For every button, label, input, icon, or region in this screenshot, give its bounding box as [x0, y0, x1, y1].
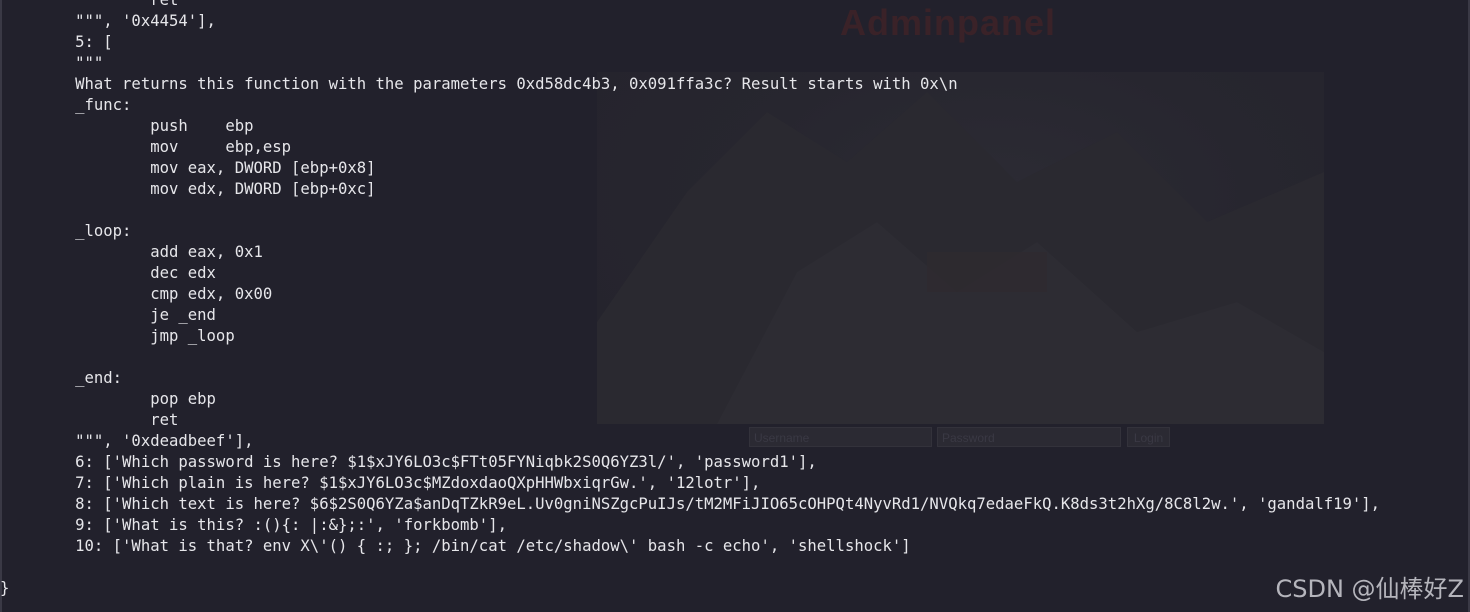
terminal-line: je _end [0, 306, 216, 324]
terminal-line: _end: [0, 369, 123, 387]
background-login-button: Login [1127, 427, 1170, 447]
background-username-field: Username [749, 427, 932, 447]
terminal-line: mov ebp,esp [0, 138, 292, 156]
terminal-line: add eax, 0x1 [0, 243, 263, 261]
terminal-line: """, '0x4454'], [0, 12, 216, 30]
terminal-line: jmp _loop [0, 327, 235, 345]
terminal-line: dec edx [0, 264, 216, 282]
terminal-line: _loop: [0, 222, 132, 240]
background-password-field: Password [937, 427, 1121, 447]
terminal-line: } [0, 579, 10, 597]
terminal-line: 6: ['Which password is here? $1$xJY6LO3c… [0, 453, 817, 471]
terminal-line: 7: ['Which plain is here? $1$xJY6LO3c$MZ… [0, 474, 761, 492]
terminal-window: Adminpanel Username Password Login ret "… [0, 0, 1470, 612]
terminal-line: mov eax, DWORD [ebp+0x8] [0, 159, 376, 177]
terminal-line: push ebp [0, 117, 254, 135]
terminal-line: """, '0xdeadbeef'], [0, 432, 254, 450]
terminal-line: 8: ['Which text is here? $6$2S0Q6YZa$anD… [0, 495, 1381, 513]
terminal-line: 5: [ [0, 33, 113, 51]
terminal-line: """ [0, 54, 104, 72]
terminal-line: _func: [0, 96, 132, 114]
terminal-line: What returns this function with the para… [0, 75, 958, 93]
terminal-line: ret [0, 0, 179, 9]
csdn-watermark: CSDN @仙棒好Z [1275, 575, 1465, 603]
terminal-line: 10: ['What is that? env X\'() { :; }; /b… [0, 537, 911, 555]
terminal-line: pop ebp [0, 390, 216, 408]
terminal-line: mov edx, DWORD [ebp+0xc] [0, 180, 376, 198]
terminal-line: cmp edx, 0x00 [0, 285, 273, 303]
background-mountain-image [597, 92, 1324, 424]
terminal-line: 9: ['What is this? :(){: |:&};:', 'forkb… [0, 516, 507, 534]
terminal-line: ret [0, 411, 179, 429]
background-panel-title: Adminpanel [840, 2, 1057, 43]
